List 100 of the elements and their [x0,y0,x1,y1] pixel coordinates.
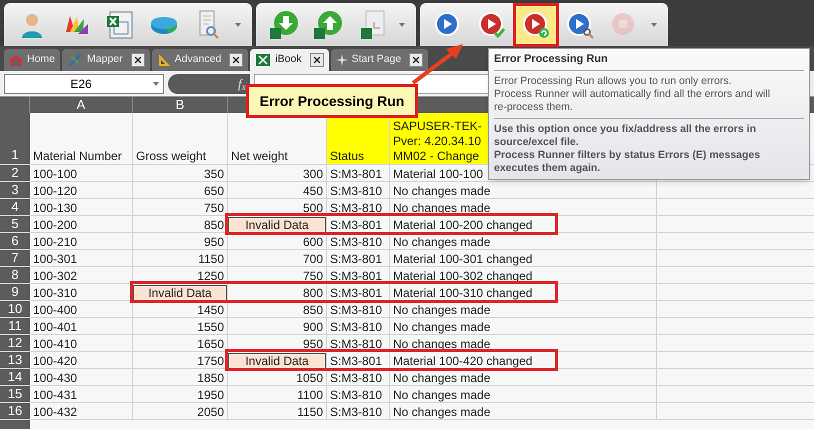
tooltip-title: Error Processing Run [494,53,804,71]
table-cell-text: Material 100-302 changed [392,268,534,284]
row-number[interactable]: 5 [0,216,30,232]
row-number[interactable]: 13 [0,352,30,368]
table-cell-text: No changes made [392,386,492,404]
play-retry-icon [522,10,550,38]
row-number[interactable]: 3 [0,182,30,198]
table-cell-text: 900 [302,318,324,336]
upload-icon [313,10,343,40]
table-cell-text: S:M3-810 [329,318,384,336]
tab[interactable]: Advanced [152,49,248,71]
row-number[interactable]: 7 [0,250,30,266]
table-cell-text: No changes made [392,370,492,386]
table-cell-text: S:M3-810 [329,336,384,352]
row-number[interactable]: 14 [0,369,30,385]
close-button[interactable] [409,53,424,67]
table-cell-text: 100-120 [32,182,78,200]
table-cell-text: 850 [302,302,324,318]
table-cell-text: Material 100-310 changed [392,284,534,302]
name-box[interactable]: E26 [4,74,164,94]
table-cell-text: 750 [302,268,324,284]
table-cell-text: S:M3-810 [329,182,384,200]
tab-label: Advanced [174,52,222,68]
tab[interactable]: Start Page [330,49,428,71]
sparkle-icon [336,54,348,66]
table-cell-text: Material 100-200 changed [392,216,534,234]
header-text: Material Number [33,149,122,164]
invalid-data-label: Invalid Data [228,352,326,368]
house-icon [9,54,23,66]
spreadsheet-icon [106,10,134,40]
table-cell-text: 300 [302,166,324,182]
header-text: Status [330,149,364,164]
row-number[interactable]: 15 [0,386,30,402]
table-cell-text: S:M3-810 [329,234,384,250]
caret-icon [399,22,405,26]
row-number[interactable]: 2 [0,165,30,181]
function-label[interactable]: f$_{x}$ [238,74,246,94]
table-cell-text: 100-401 [32,318,78,336]
row-number[interactable]: 12 [0,335,30,351]
close-icon [231,55,242,65]
table-cell-text: 100-420 [32,352,78,370]
table-cell-text: 100-400 [32,302,78,318]
caret-icon [651,22,657,26]
header-text: Net weight [231,149,288,164]
table-cell-text: 2050 [196,404,225,420]
row-number[interactable]: 9 [0,284,30,300]
table-cell-text: S:M3-801 [329,250,384,268]
table-cell-text: 100-100 [32,166,78,182]
header-text: Gross weight [136,149,206,164]
table-cell-text: 1450 [196,302,225,318]
table-cell-text: 1550 [196,318,225,336]
table-cell-text: 850 [202,216,225,234]
tab[interactable]: Mapper [62,49,150,71]
table-cell-text: 950 [202,234,225,250]
invalid-data-label: Invalid Data [133,284,227,300]
row-number[interactable]: 10 [0,301,30,317]
close-button[interactable] [130,53,145,67]
table-cell-text: 450 [302,182,324,200]
document-icon [358,10,386,40]
table-cell-text: 750 [202,200,225,216]
table-cell-text: 1150 [197,250,225,268]
table-cell-text: Material 100-420 changed [392,352,534,370]
row-number[interactable]: 11 [0,318,30,334]
play-icon [434,10,462,38]
table-cell-text: 500 [302,200,324,216]
table-cell-text: Material 100-100 [392,166,484,182]
column-header[interactable]: A [76,95,86,115]
row-number[interactable]: 6 [0,233,30,249]
table-cell-text: S:M3-801 [329,166,384,182]
caret-icon [153,82,159,86]
tooltip-description: Error Processing Run allows you to run only errors. Process Runner will automatically find all the errors and will re-process them. [494,71,804,119]
tab[interactable]: iBook [250,49,329,71]
table-cell-text: No changes made [392,234,492,250]
header-text: Pver: 4.20.34.10 [393,134,482,149]
toolbar-button[interactable] [516,6,556,44]
table-cell-text: 100-310 [32,284,78,302]
row-number[interactable]: 1 [0,113,30,164]
close-icon [312,55,322,65]
play-search-icon [566,10,594,38]
tab[interactable]: Home [4,49,60,71]
table-cell-text: 1250 [196,268,225,284]
table-cell-text: 100-431 [32,386,78,404]
table-cell-text: No changes made [392,336,492,352]
row-number[interactable]: 16 [0,403,30,419]
table-cell-text: No changes made [392,318,492,336]
table-cell-text: 700 [302,250,324,268]
table-cell-text: 1100 [296,386,324,404]
close-button[interactable] [229,53,244,67]
close-button[interactable] [310,53,324,67]
pen-icon [67,53,84,67]
table-cell-text: 100-200 [32,216,78,234]
table-cell-text: S:M3-801 [329,284,384,302]
invalid-data-label: Invalid Data [228,216,326,232]
table-cell-text: S:M3-810 [329,370,384,386]
play-check-icon [478,10,506,38]
table-cell-text: S:M3-801 [329,352,384,370]
row-number[interactable]: 8 [0,267,30,283]
row-number[interactable]: 4 [0,199,30,215]
column-header[interactable]: B [176,95,184,115]
table-cell-text: Material 100-301 changed [392,250,534,268]
